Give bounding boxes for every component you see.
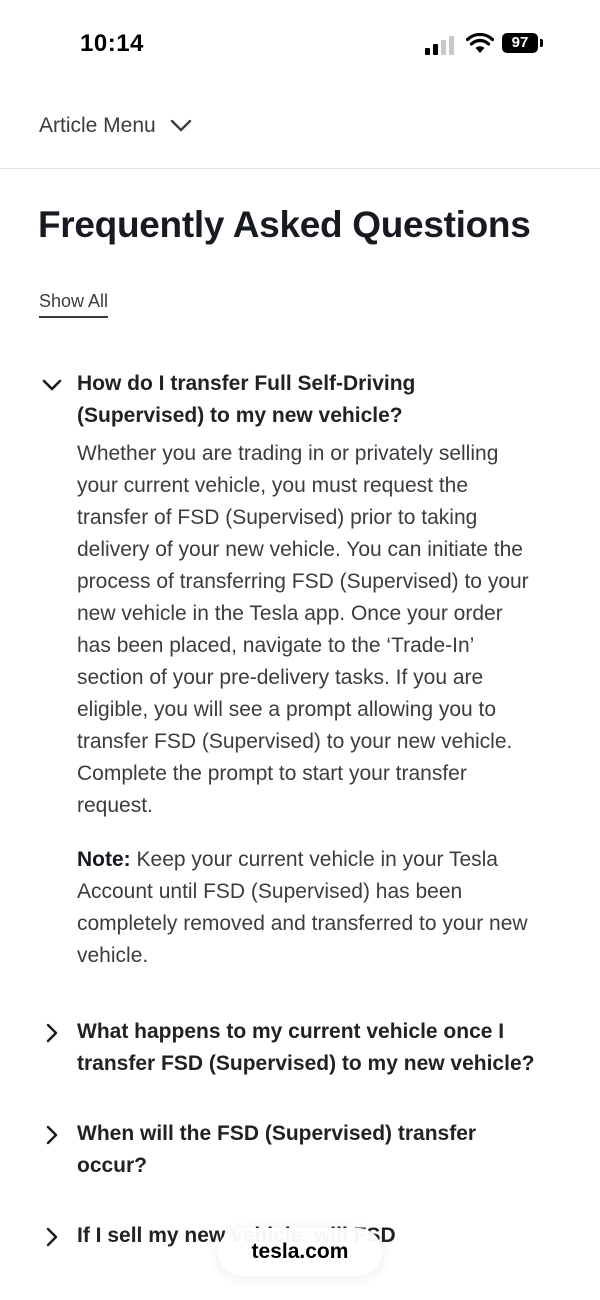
chevron-down-icon[interactable] [40, 373, 64, 397]
faq-list: How do I transfer Full Self-Driving (Sup… [0, 368, 600, 1252]
faq-question[interactable]: When will the FSD (Supervised) transfer … [77, 1118, 540, 1182]
article-menu-button[interactable]: Article Menu [39, 114, 192, 138]
chevron-down-icon [170, 119, 191, 132]
faq-item: What happens to my current vehicle once … [0, 1016, 600, 1080]
show-all-link[interactable]: Show All [39, 291, 109, 318]
signal-icon [425, 36, 454, 55]
article-menu-label: Article Menu [39, 114, 156, 137]
status-bar: 10:14 97 [0, 0, 600, 90]
faq-item: When will the FSD (Supervised) transfer … [0, 1118, 600, 1182]
battery-level: 97 [502, 33, 538, 53]
faq-item: How do I transfer Full Self-Driving (Sup… [0, 368, 600, 972]
battery-icon: 97 [502, 33, 544, 53]
page-title: Frequently Asked Questions [38, 204, 531, 245]
wifi-icon [466, 32, 494, 53]
battery-nub [540, 39, 543, 47]
chevron-right-icon[interactable] [40, 1123, 64, 1147]
note-text: Keep your current vehicle in your Tesla … [77, 848, 528, 967]
article-menu-bar: Article Menu [0, 96, 600, 169]
status-time: 10:14 [80, 30, 144, 57]
faq-answer: Whether you are trading in or privately … [77, 438, 540, 972]
faq-question[interactable]: How do I transfer Full Self-Driving (Sup… [77, 368, 540, 432]
faq-answer-text: Whether you are trading in or privately … [77, 442, 529, 817]
faq-question[interactable]: What happens to my current vehicle once … [77, 1016, 540, 1080]
chevron-right-icon[interactable] [40, 1021, 64, 1045]
chevron-right-icon[interactable] [40, 1225, 64, 1249]
note-label: Note: [77, 848, 131, 871]
faq-note: Note: Keep your current vehicle in your … [77, 844, 540, 972]
browser-address-pill[interactable]: tesla.com [218, 1228, 382, 1276]
